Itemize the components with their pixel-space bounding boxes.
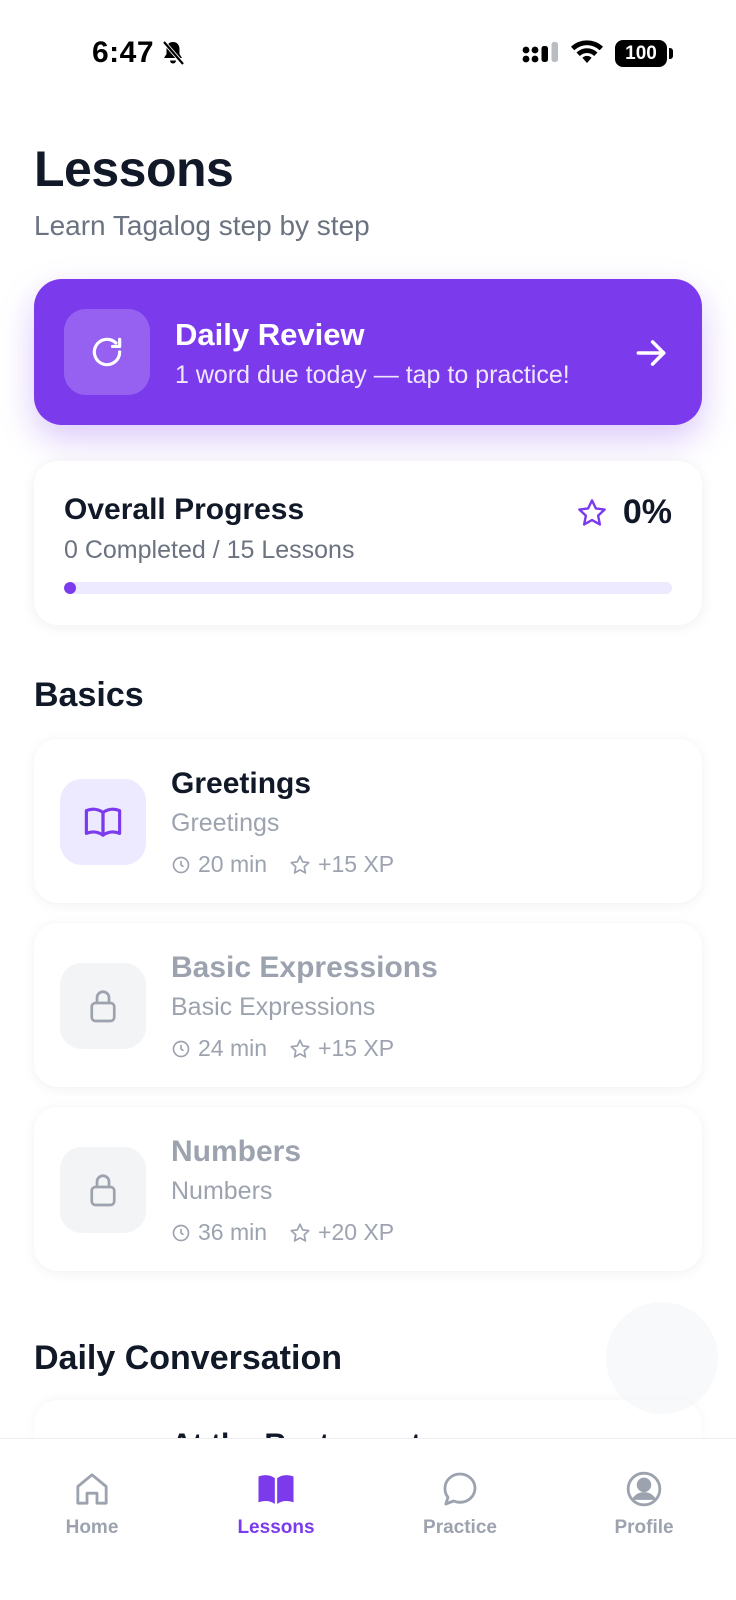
- star-icon: [290, 1038, 310, 1058]
- lesson-meta: 24 min +15 XP: [171, 1035, 416, 1062]
- floating-button-shadow: [606, 1302, 718, 1414]
- page-title: Lessons: [34, 141, 234, 197]
- lesson-icon-box: [60, 779, 146, 865]
- lesson-meta: 36 min +20 XP: [171, 1219, 416, 1246]
- tab-lessons[interactable]: Lessons: [184, 1439, 368, 1559]
- lesson-card-numbers[interactable]: Numbers Numbers 36 min +20 XP: [34, 1107, 702, 1271]
- tab-label: Practice: [423, 1517, 497, 1538]
- section-title-daily-conversation: Daily Conversation: [34, 1339, 342, 1377]
- tab-label: Home: [65, 1517, 119, 1538]
- lesson-card-greetings[interactable]: Greetings Greetings 20 min +15 XP: [34, 739, 702, 903]
- book-icon: [258, 1475, 294, 1504]
- lesson-title: Greetings: [171, 767, 312, 800]
- lesson-duration-text: 36 min: [198, 1219, 268, 1245]
- star-icon: [290, 1222, 310, 1242]
- lesson-xp-text: +15 XP: [318, 851, 395, 877]
- clock-icon: [172, 1224, 190, 1241]
- star-icon: [290, 854, 310, 874]
- progress-percent: 0%: [622, 493, 672, 531]
- daily-review-title: Daily Review: [175, 317, 365, 352]
- lesson-subtitle: Numbers: [171, 1177, 273, 1205]
- battery-indicator: 100: [615, 40, 667, 67]
- progress-bar: [64, 582, 672, 594]
- lesson-meta: 20 min +15 XP: [171, 851, 416, 878]
- lesson-icon-box: [60, 963, 146, 1049]
- chat-bubble-icon: [443, 1472, 477, 1506]
- lesson-duration: 24 min: [171, 1035, 267, 1062]
- refresh-icon: [92, 337, 122, 367]
- page-subtitle: Learn Tagalog step by step: [34, 210, 370, 241]
- lesson-title: Basic Expressions: [171, 951, 438, 984]
- progress-bar-fill: [64, 582, 76, 594]
- progress-summary: 0 Completed / 15 Lessons: [64, 536, 355, 564]
- lock-icon: [90, 1174, 116, 1207]
- tab-label: Lessons: [237, 1517, 315, 1538]
- user-circle-icon: [626, 1471, 662, 1507]
- lesson-xp-text: +15 XP: [318, 1035, 395, 1061]
- tab-label: Profile: [614, 1517, 674, 1538]
- bottom-tab-bar: Home Lessons Practice Profile: [0, 1438, 736, 1600]
- star-icon: [578, 499, 606, 526]
- lesson-subtitle: Greetings: [171, 809, 280, 837]
- arrow-right-icon: [636, 340, 666, 366]
- tab-practice[interactable]: Practice: [368, 1439, 552, 1559]
- daily-review-subtitle: 1 word due today — tap to practice!: [175, 361, 570, 389]
- lock-icon: [90, 990, 116, 1023]
- lesson-xp: +20 XP: [289, 1219, 394, 1246]
- lesson-card-basic-expressions[interactable]: Basic Expressions Basic Expressions 24 m…: [34, 923, 702, 1087]
- tab-home[interactable]: Home: [0, 1439, 184, 1559]
- lesson-duration-text: 24 min: [198, 1035, 268, 1061]
- section-title-basics: Basics: [34, 676, 144, 714]
- home-icon: [76, 1473, 108, 1505]
- status-bar: 6:47 100: [0, 0, 736, 100]
- open-book-icon: [84, 807, 122, 837]
- clock-icon: [172, 1040, 190, 1057]
- lesson-icon-box: [60, 1147, 146, 1233]
- lesson-duration: 20 min: [171, 851, 267, 878]
- status-time: 6:47: [92, 36, 155, 69]
- lesson-duration-text: 20 min: [198, 851, 268, 877]
- cellular-signal-icon: [522, 42, 558, 63]
- review-icon-box: [64, 309, 150, 395]
- progress-title: Overall Progress: [64, 493, 305, 526]
- lesson-title: Numbers: [171, 1135, 302, 1168]
- overall-progress-card: Overall Progress 0 Completed / 15 Lesson…: [34, 461, 702, 625]
- battery-tip: [669, 48, 673, 59]
- lesson-xp: +15 XP: [289, 851, 394, 878]
- bell-slash-icon: [162, 40, 185, 66]
- lesson-xp-text: +20 XP: [318, 1219, 395, 1245]
- lesson-subtitle: Basic Expressions: [171, 993, 376, 1021]
- lesson-duration: 36 min: [171, 1219, 267, 1246]
- daily-review-card[interactable]: Daily Review 1 word due today — tap to p…: [34, 279, 702, 425]
- clock-icon: [172, 856, 190, 873]
- tab-profile[interactable]: Profile: [552, 1439, 736, 1559]
- lesson-xp: +15 XP: [289, 1035, 394, 1062]
- wifi-icon: [571, 40, 603, 63]
